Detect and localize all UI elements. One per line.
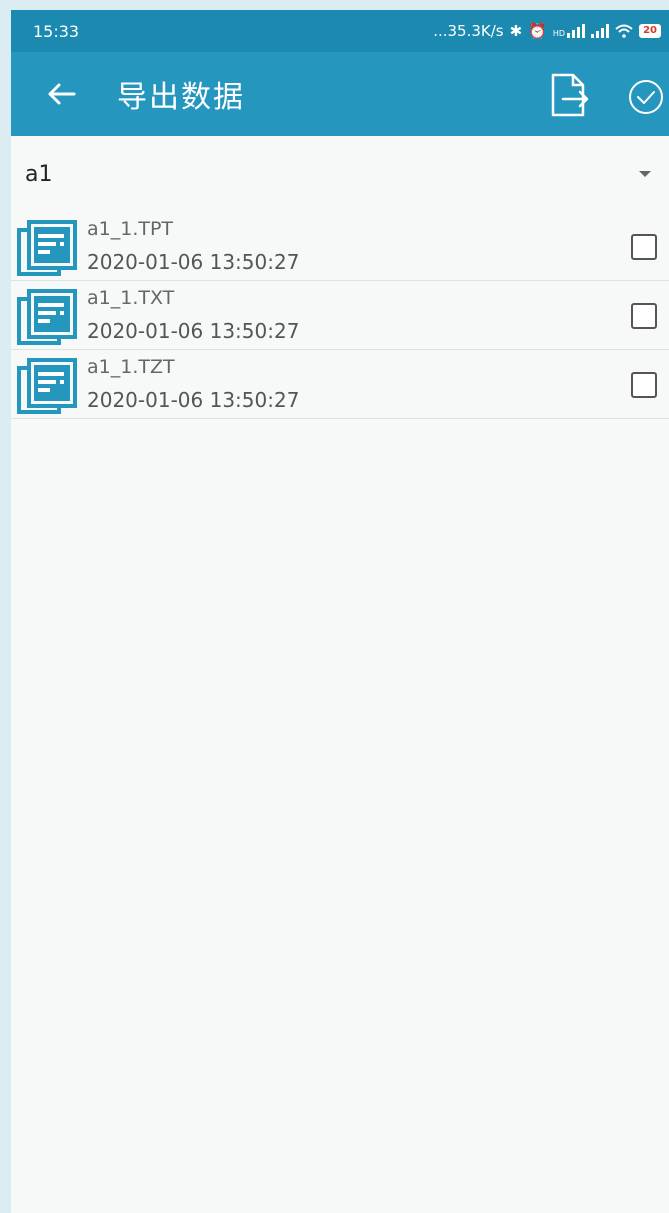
list-item[interactable]: a1_1.TPT 2020-01-06 13:50:27 bbox=[11, 212, 669, 281]
file-checkbox[interactable] bbox=[631, 303, 657, 329]
selector-value: a1 bbox=[25, 161, 53, 187]
file-checkbox[interactable] bbox=[631, 234, 657, 260]
file-timestamp: 2020-01-06 13:50:27 bbox=[87, 319, 300, 343]
export-button[interactable] bbox=[547, 72, 593, 118]
bluetooth-icon: ✱ bbox=[509, 22, 523, 40]
file-timestamp: 2020-01-06 13:50:27 bbox=[87, 250, 300, 274]
file-export-icon bbox=[551, 73, 589, 117]
back-button[interactable] bbox=[31, 64, 91, 124]
signal-icon bbox=[591, 24, 610, 38]
list-item[interactable]: a1_1.TXT 2020-01-06 13:50:27 bbox=[11, 281, 669, 350]
status-icons: ...35.3K/s ✱ ⏰ HD 20 bbox=[433, 22, 661, 40]
document-icon bbox=[17, 289, 77, 345]
hd-signal-icon: HD bbox=[552, 24, 586, 38]
wifi-icon bbox=[615, 24, 633, 38]
list-item[interactable]: a1_1.TZT 2020-01-06 13:50:27 bbox=[11, 350, 669, 419]
hd-label: HD bbox=[552, 29, 566, 38]
check-circle-icon bbox=[629, 80, 663, 114]
file-name: a1_1.TXT bbox=[87, 287, 175, 309]
file-name: a1_1.TPT bbox=[87, 218, 174, 240]
network-speed: ...35.3K/s bbox=[433, 22, 504, 40]
app-bar: 导出数据 bbox=[11, 52, 669, 136]
battery-icon: 20 bbox=[639, 24, 661, 38]
file-checkbox[interactable] bbox=[631, 372, 657, 398]
arrow-left-icon bbox=[48, 83, 76, 105]
document-icon bbox=[17, 220, 77, 276]
app-screen: 15:33 ...35.3K/s ✱ ⏰ HD 20 导出数据 a1 a1_1.… bbox=[11, 10, 669, 1213]
status-bar: 15:33 ...35.3K/s ✱ ⏰ HD 20 bbox=[11, 10, 669, 52]
folder-selector[interactable]: a1 bbox=[11, 136, 669, 212]
document-icon bbox=[17, 358, 77, 414]
chevron-down-icon bbox=[639, 171, 651, 177]
file-name: a1_1.TZT bbox=[87, 356, 175, 378]
status-time: 15:33 bbox=[33, 21, 80, 41]
confirm-button[interactable] bbox=[623, 74, 669, 120]
alarm-icon: ⏰ bbox=[528, 22, 547, 40]
file-timestamp: 2020-01-06 13:50:27 bbox=[87, 388, 300, 412]
page-title: 导出数据 bbox=[117, 80, 245, 115]
file-list: a1_1.TPT 2020-01-06 13:50:27 a1_1.TXT 20… bbox=[11, 212, 669, 419]
